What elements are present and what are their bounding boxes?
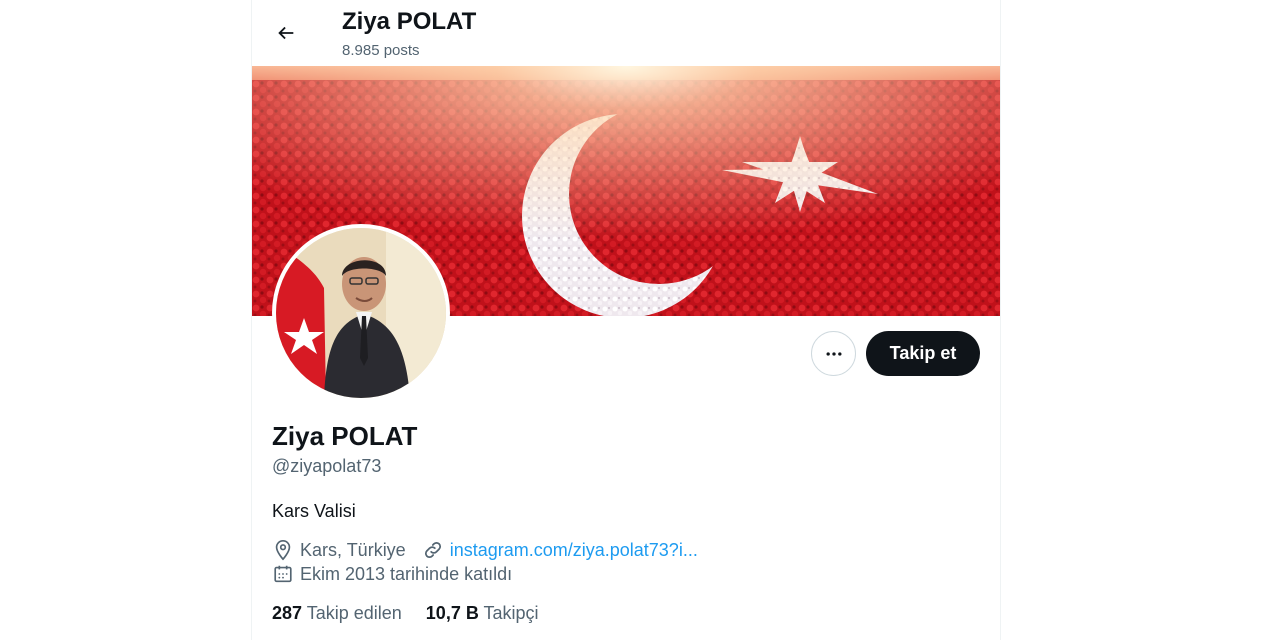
avatar[interactable] [276, 228, 446, 398]
profile-column: Ziya POLAT 8.985 posts Takip et Ziya POL… [251, 0, 1001, 640]
followers-stat-link[interactable]: 10,7 B Takipçi [426, 602, 539, 624]
profile-handle: @ziyapolat73 [272, 456, 382, 476]
profile-meta-row-2: Ekim 2013 tarihinde katıldı [272, 563, 512, 585]
arrow-left-icon [275, 22, 297, 44]
profile-meta-row-1: Kars, Türkiye instagram.com/ziya.polat73… [272, 539, 698, 561]
follow-button[interactable]: Takip et [866, 331, 980, 376]
profile-website-link[interactable]: instagram.com/ziya.polat73?i... [450, 539, 698, 561]
profile-joined-date: Ekim 2013 tarihinde katıldı [300, 564, 513, 584]
followers-label: Takipçi [483, 603, 539, 623]
calendar-icon [272, 563, 294, 585]
avatar-ring[interactable] [272, 224, 450, 402]
header-title: Ziya POLAT [342, 8, 477, 35]
top-header: Ziya POLAT 8.985 posts [252, 0, 1000, 66]
following-stat-link[interactable]: 287 Takip edilen [272, 602, 402, 624]
profile-location: Kars, Türkiye [300, 540, 406, 560]
profile-stats: 287 Takip edilen 10,7 B Takipçi [272, 602, 563, 624]
following-label: Takip edilen [306, 603, 402, 623]
header-posts-count: 8.985 posts [342, 42, 420, 59]
followers-count: 10,7 B [425, 603, 479, 623]
profile-display-name: Ziya POLAT [272, 421, 418, 451]
profile-bio: Kars Valisi [272, 501, 356, 521]
more-horizontal-icon [824, 344, 844, 364]
back-button[interactable] [268, 15, 304, 51]
link-icon [422, 539, 444, 561]
more-options-button[interactable] [811, 331, 856, 376]
following-count: 287 [272, 603, 303, 623]
location-pin-icon [272, 539, 294, 561]
